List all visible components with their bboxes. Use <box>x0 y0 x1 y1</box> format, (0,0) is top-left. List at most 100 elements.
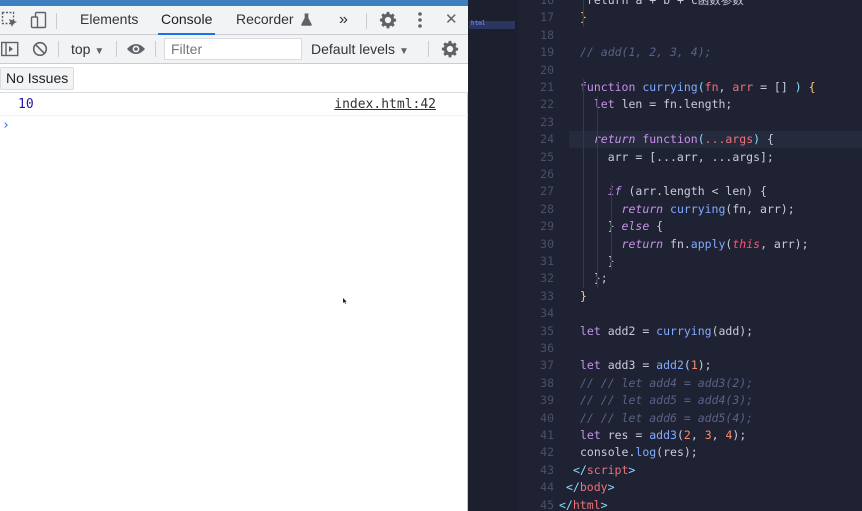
console-toolbar: top ▼ Default levels ▼ <box>0 35 468 64</box>
indent-guide <box>583 270 584 288</box>
device-toolbar-icon[interactable] <box>29 10 49 30</box>
code-line: 25 arr = [...arr, ...args]; <box>518 149 862 166</box>
code-line: 19 // add(1, 2, 3, 4); <box>518 44 862 61</box>
indent-guide <box>597 131 598 149</box>
code-line: 44 </body> <box>518 479 862 496</box>
line-number: 20 <box>540 62 554 77</box>
inspect-element-icon[interactable] <box>0 10 20 30</box>
code-editor: html 16return a + b + c函数参数17}1819// add… <box>469 0 862 511</box>
caret-down-icon: ▼ <box>94 46 105 57</box>
indent-guide <box>583 218 584 236</box>
indent-guide <box>583 113 584 132</box>
line-number: 25 <box>540 149 554 164</box>
indent-guide <box>583 253 584 271</box>
indent-guide <box>597 183 598 201</box>
filter-input[interactable] <box>164 38 302 60</box>
line-number: 38 <box>540 375 554 390</box>
line-number: 18 <box>540 27 554 42</box>
code-line: 41 let res = add3(2, 3, 4); <box>518 427 862 444</box>
indent-guide <box>597 253 598 271</box>
code-line: 39 // // let add5 = add4(3); <box>518 392 862 409</box>
console-message-row: 10 index.html:42 <box>0 94 468 116</box>
close-devtools-button[interactable]: ✕ <box>445 6 458 34</box>
code-text: // // let add5 = add4(3); <box>580 393 754 408</box>
indent-guide <box>583 166 584 184</box>
code-text: return function(...args) { <box>593 132 774 147</box>
issues-button[interactable]: No Issues <box>0 67 75 90</box>
line-number: 43 <box>540 462 554 477</box>
indent-guide <box>597 113 598 132</box>
indent-guide <box>597 96 598 114</box>
indent-guide <box>611 235 612 253</box>
code-text: function currying(fn, arr = [] ) { <box>580 80 816 94</box>
clear-console-icon[interactable] <box>30 39 50 59</box>
line-number: 22 <box>540 97 554 112</box>
console-prompt[interactable]: › <box>2 118 10 133</box>
code-line: 21 function currying(fn, arr = [] ) { <box>518 79 862 96</box>
indent-guide <box>583 200 584 219</box>
line-number: 27 <box>540 184 554 199</box>
kebab-menu-icon[interactable] <box>410 10 430 30</box>
divider <box>366 13 367 29</box>
tab-recorder-label: Recorder <box>236 11 294 27</box>
line-number: 23 <box>540 114 554 129</box>
gear-icon[interactable] <box>378 10 398 30</box>
code-line: 28 return currying(fn, arr); <box>518 201 862 218</box>
code-line: 31 } <box>518 253 862 270</box>
log-levels-dropdown[interactable]: Default levels ▼ <box>311 35 409 63</box>
code-line: 38 // // let add4 = add3(2); <box>518 375 862 392</box>
code-text: let res = add3(2, 3, 4); <box>580 428 747 442</box>
indent-guide <box>583 9 584 27</box>
sidebar-toggle-icon[interactable] <box>0 39 20 59</box>
line-number: 17 <box>540 10 554 25</box>
tab-console[interactable]: Console <box>157 6 216 35</box>
code-line: 36 <box>518 340 862 357</box>
code-text: }; <box>580 271 608 286</box>
tab-elements[interactable]: Elements <box>80 6 138 34</box>
line-number: 34 <box>540 306 554 321</box>
code-line: 16 return a + b + c函数参数 <box>518 0 862 9</box>
indent-guide <box>583 0 584 10</box>
line-number: 21 <box>540 80 554 94</box>
code-text: // // let add6 = add5(4); <box>580 410 754 425</box>
issues-bar: No Issues <box>0 64 468 93</box>
code-line: 45 </html> <box>518 497 862 511</box>
indent-guide <box>583 131 584 149</box>
line-number: 33 <box>540 288 554 303</box>
code-text: // // let add4 = add3(2); <box>580 375 754 390</box>
divider <box>428 41 429 57</box>
line-number: 42 <box>540 445 554 460</box>
divider <box>155 41 156 57</box>
minimap-label: html <box>471 20 486 27</box>
editor-minimap[interactable]: html <box>469 0 518 511</box>
eye-icon[interactable] <box>126 39 146 59</box>
line-number: 16 <box>540 0 554 7</box>
indent-guide <box>583 148 584 166</box>
console-settings-gear-icon[interactable] <box>440 39 460 59</box>
context-selector[interactable]: top ▼ <box>71 35 104 63</box>
line-number: 44 <box>540 480 554 495</box>
indent-guide <box>611 253 612 271</box>
console-source-link[interactable]: index.html:42 <box>334 97 436 112</box>
code-text: arr = [...arr, ...args]; <box>580 149 774 164</box>
context-selector-value: top <box>71 41 91 57</box>
indent-guide <box>583 235 584 253</box>
indent-guide <box>611 183 612 201</box>
mouse-cursor-icon <box>343 298 347 304</box>
more-tabs-button[interactable]: » <box>339 6 348 34</box>
indent-guide <box>583 79 584 97</box>
console-log-value: 10 <box>18 97 34 112</box>
divider <box>56 13 57 29</box>
line-number: 30 <box>540 236 554 251</box>
code-text: console.log(res); <box>580 445 698 460</box>
line-number: 24 <box>540 132 554 147</box>
code-text: return a + b + c函数参数 <box>587 0 744 7</box>
code-line: 43 </script> <box>518 462 862 479</box>
code-line: 32 }; <box>518 270 862 287</box>
indent-guide <box>597 270 598 288</box>
tab-recorder[interactable]: Recorder <box>236 6 313 34</box>
indent-guide <box>583 183 584 201</box>
code-text: return currying(fn, arr); <box>621 201 795 216</box>
code-text: </body> <box>566 480 615 495</box>
code-text: // add(1, 2, 3, 4); <box>580 45 712 60</box>
